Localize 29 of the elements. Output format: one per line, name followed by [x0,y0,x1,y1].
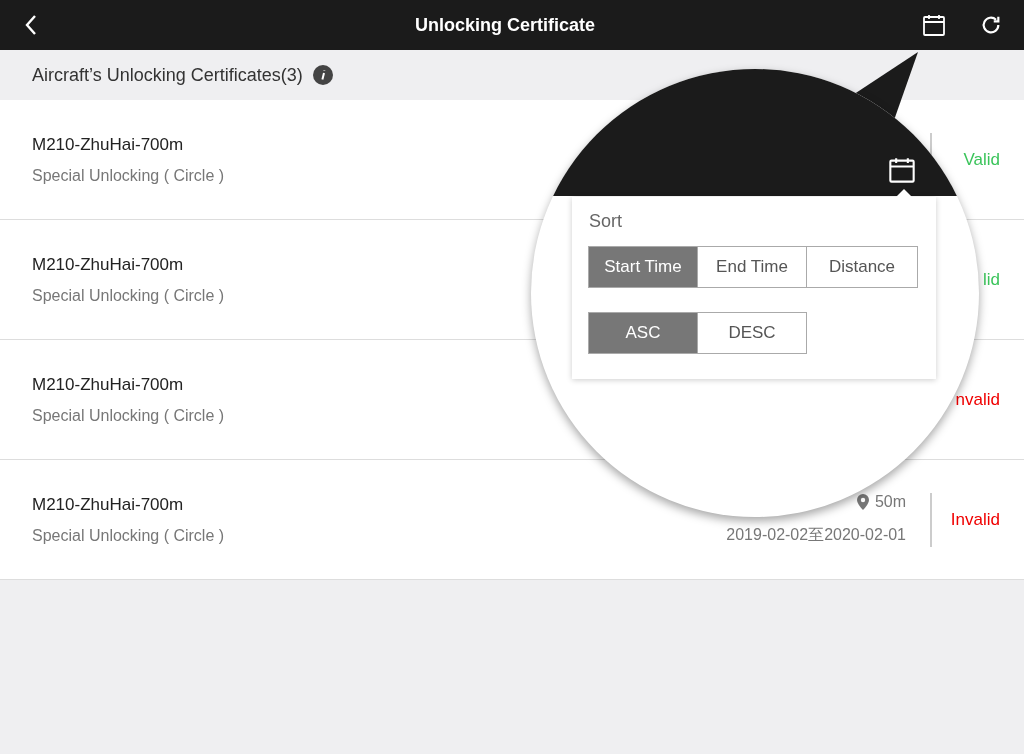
sort-field-option[interactable]: Start Time [588,246,698,288]
calendar-icon [922,13,946,37]
certificate-name: M210-ZhuHai-700m [32,134,184,155]
status-text: Valid [962,149,1000,170]
unlocking-type: Special Unlocking ( Circle ) [32,406,225,425]
page-title: Unlocking Certificate [413,14,596,36]
back-button[interactable] [24,14,38,36]
location-pin-icon [856,494,869,510]
sort-order-option[interactable]: ASC [588,312,698,354]
certificate-row[interactable]: M210-ZhuHai-700m Special Unlocking ( Circle ) 50m 2019-02-02至2020-02-01 Invalid [0,460,1024,580]
sort-field-option[interactable]: Distance [806,246,918,288]
certificate-name: M210-ZhuHai-700m [32,374,184,395]
calendar-button[interactable] [922,13,946,37]
sort-order-option[interactable]: DESC [697,312,807,354]
unlocking-type: Special Unlocking ( Circle ) [32,286,225,305]
unlocking-type: Special Unlocking ( Circle ) [32,166,225,185]
status-text: nvalid [954,389,1000,410]
refresh-button[interactable] [980,14,1002,36]
list-title: Aircraft’s Unlocking Certificates(3) [32,64,303,86]
info-icon[interactable] [312,65,333,85]
status-text: lid [982,269,1000,290]
sort-field-option[interactable]: End Time [697,246,807,288]
distance-text: 50m [874,493,906,511]
certificate-name: M210-ZhuHai-700m [32,494,184,515]
status-text: Invalid [949,509,1000,530]
date-range: 2019-02-02至2020-02-01 [726,525,906,545]
certificate-name: M210-ZhuHai-700m [32,254,184,275]
calendar-icon [888,156,916,184]
unlocking-type: Special Unlocking ( Circle ) [32,526,225,545]
